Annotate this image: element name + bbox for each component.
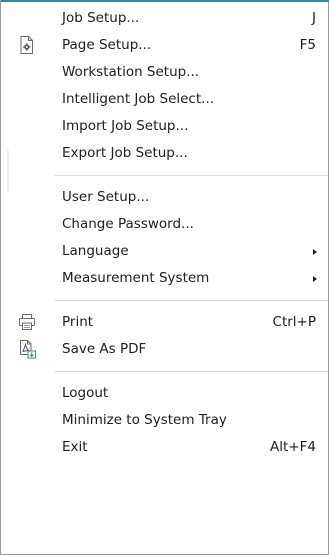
menu-item-page-setup[interactable]: Page Setup... F5 — [1, 32, 328, 59]
menu-item-label: User Setup... — [62, 189, 150, 205]
menu-item-export-job-setup[interactable]: Export Job Setup... — [1, 140, 328, 167]
menu-item-shortcut: J — [312, 10, 316, 26]
menu-item-language[interactable]: Language — [1, 238, 328, 265]
page-setup-icon — [17, 35, 37, 55]
menu-item-label: Exit — [62, 439, 88, 455]
submenu-arrow-icon — [313, 249, 317, 255]
menu-item-shortcut: Alt+F4 — [270, 439, 316, 455]
menu-item-label: Language — [62, 243, 129, 259]
menu-item-import-job-setup[interactable]: Import Job Setup... — [1, 113, 328, 140]
submenu-arrow-icon — [313, 276, 317, 282]
menu-item-label: Minimize to System Tray — [62, 412, 227, 428]
menu-item-save-as-pdf[interactable]: Save As PDF — [1, 336, 328, 363]
menu-item-print[interactable]: Print Ctrl+P — [1, 309, 328, 336]
menu-item-user-setup[interactable]: User Setup... — [1, 184, 328, 211]
menu-item-label: Import Job Setup... — [62, 118, 189, 134]
menu-top-accent — [1, 0, 329, 2]
menu-group-user: User Setup... Change Password... Languag… — [1, 184, 328, 292]
pdf-save-icon — [17, 339, 37, 359]
menu-group-job: Job Setup... J Page Setup... F5 Workstat… — [1, 0, 328, 167]
menu-item-label: Export Job Setup... — [62, 145, 188, 161]
menu-item-shortcut: F5 — [299, 37, 316, 53]
menu-item-change-password[interactable]: Change Password... — [1, 211, 328, 238]
menu-group-session: Logout Minimize to System Tray Exit Alt+… — [1, 380, 328, 461]
menu-item-label: Save As PDF — [62, 341, 147, 357]
menu-item-label: Page Setup... — [62, 37, 152, 53]
menu-item-label: Measurement System — [62, 270, 210, 286]
menu-item-job-setup[interactable]: Job Setup... J — [1, 5, 328, 32]
menu-item-logout[interactable]: Logout — [1, 380, 328, 407]
menu-item-label: Change Password... — [62, 216, 194, 232]
menu-item-label: Job Setup... — [62, 10, 140, 26]
menu-item-label: Logout — [62, 385, 109, 401]
menu-item-label: Intelligent Job Select... — [62, 91, 215, 107]
menu-item-label: Print — [62, 314, 94, 330]
menu-item-exit[interactable]: Exit Alt+F4 — [1, 434, 328, 461]
menu-item-shortcut: Ctrl+P — [272, 314, 316, 330]
menu-item-minimize-to-tray[interactable]: Minimize to System Tray — [1, 407, 328, 434]
menu-item-measurement-system[interactable]: Measurement System — [1, 265, 328, 292]
file-menu: Job Setup... J Page Setup... F5 Workstat… — [0, 0, 329, 555]
menu-item-label: Workstation Setup... — [62, 64, 200, 80]
menu-item-intelligent-job-select[interactable]: Intelligent Job Select... — [1, 86, 328, 113]
menu-group-output: Print Ctrl+P Save As PDF — [1, 309, 328, 363]
printer-icon — [17, 312, 37, 332]
menu-item-workstation-setup[interactable]: Workstation Setup... — [1, 59, 328, 86]
